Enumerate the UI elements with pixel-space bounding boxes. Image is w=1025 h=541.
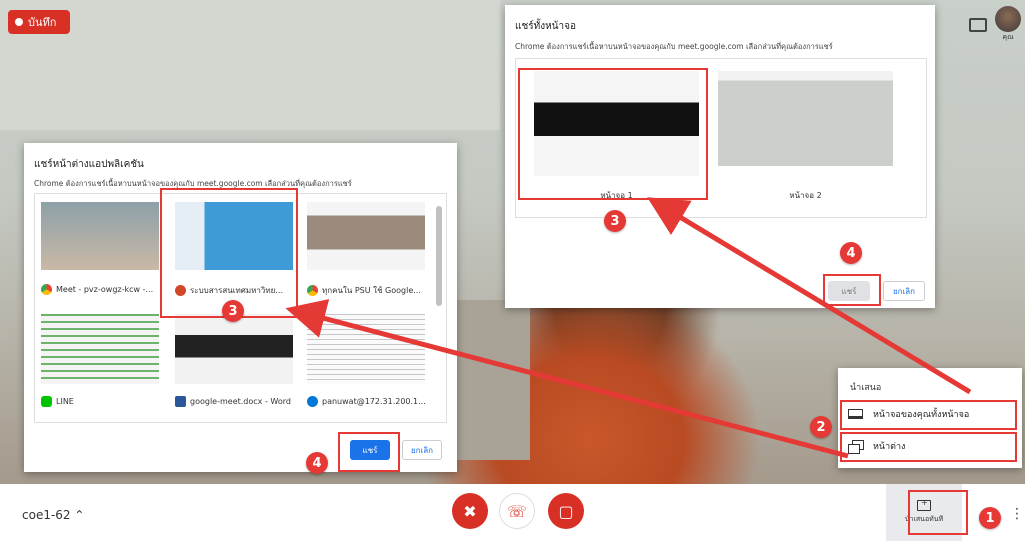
chevron-up-icon: ⌃ bbox=[74, 508, 85, 522]
meeting-code: coe1-62 bbox=[22, 508, 71, 522]
step-badge-4: 4 bbox=[840, 242, 862, 264]
highlight-share-window bbox=[338, 432, 400, 472]
window-label: google-meet.docx - Word bbox=[190, 397, 291, 406]
camera-off-icon: ▢ bbox=[558, 501, 574, 521]
meeting-details[interactable]: coe1-62 ⌃ bbox=[22, 508, 84, 522]
cancel-button[interactable]: ยกเลิก bbox=[883, 281, 925, 301]
window-label: LINE bbox=[56, 397, 74, 406]
window-thumb[interactable]: google-meet.docx - Word bbox=[175, 314, 293, 409]
highlight-present-now bbox=[908, 490, 968, 535]
window-label: ทุกคนใน PSU ใช้ Google... bbox=[322, 286, 421, 295]
window-thumb[interactable]: panuwat@172.31.200.1... bbox=[307, 314, 425, 409]
self-label: คุณ bbox=[1002, 33, 1014, 41]
dialog-title: แชร์ทั้งหน้าจอ bbox=[515, 21, 576, 32]
end-call-button[interactable]: ☏ bbox=[499, 493, 535, 529]
record-badge[interactable]: บันทึก bbox=[8, 10, 70, 34]
highlight-window-option bbox=[840, 432, 1017, 462]
step-badge-3: 3 bbox=[604, 210, 626, 232]
mic-off-button[interactable]: ✖ bbox=[452, 493, 488, 529]
avatar bbox=[995, 6, 1021, 32]
window-thumb[interactable]: LINE bbox=[41, 314, 159, 409]
top-right-bar: คุณ bbox=[969, 6, 1021, 43]
highlight-screen-selection bbox=[518, 68, 708, 200]
menu-title: นำเสนอ bbox=[850, 383, 882, 393]
screen-label: หน้าจอ 2 bbox=[789, 191, 822, 200]
window-label: panuwat@172.31.200.1... bbox=[322, 397, 425, 406]
step-badge-2: 2 bbox=[810, 416, 832, 438]
phone-hangup-icon: ☏ bbox=[506, 501, 527, 521]
window-thumb[interactable]: ทุกคนใน PSU ใช้ Google... bbox=[307, 202, 425, 297]
remote-desktop-icon bbox=[307, 396, 318, 407]
highlight-window-selection bbox=[160, 188, 298, 318]
dialog-title: แชร์หน้าต่างแอปพลิเคชัน bbox=[34, 159, 144, 170]
screenshot: บันทึก คุณ แชร์หน้าต่างแอปพลิเคชัน Chrom… bbox=[0, 0, 1025, 541]
chrome-icon bbox=[41, 284, 52, 295]
highlight-entire-screen bbox=[840, 400, 1017, 430]
window-label: Meet - pvz-owgz-kcw -... bbox=[56, 285, 154, 294]
dialog-subtitle: Chrome ต้องการแชร์เนื้อหาบนหน้าจอของคุณก… bbox=[515, 42, 833, 51]
line-icon bbox=[41, 396, 52, 407]
word-icon bbox=[175, 396, 186, 407]
window-thumb[interactable]: Meet - pvz-owgz-kcw -... bbox=[41, 202, 159, 297]
chat-icon[interactable] bbox=[969, 17, 987, 32]
screen-thumb[interactable]: หน้าจอ 2 bbox=[718, 71, 893, 206]
step-badge-4: 4 bbox=[306, 452, 328, 474]
wall bbox=[0, 0, 500, 130]
cancel-button[interactable]: ยกเลิก bbox=[402, 440, 442, 460]
self-tile[interactable]: คุณ bbox=[995, 6, 1021, 43]
record-dot-icon bbox=[15, 18, 23, 26]
more-options-icon[interactable]: ⋮ bbox=[1010, 506, 1024, 522]
camera-off-button[interactable]: ▢ bbox=[548, 493, 584, 529]
chrome-icon bbox=[307, 285, 318, 296]
step-badge-1: 1 bbox=[979, 507, 1001, 529]
scrollbar[interactable] bbox=[436, 206, 442, 306]
record-label: บันทึก bbox=[28, 16, 57, 29]
highlight-share-screen bbox=[823, 274, 881, 306]
mic-off-icon: ✖ bbox=[463, 501, 477, 521]
step-badge-3: 3 bbox=[222, 300, 244, 322]
